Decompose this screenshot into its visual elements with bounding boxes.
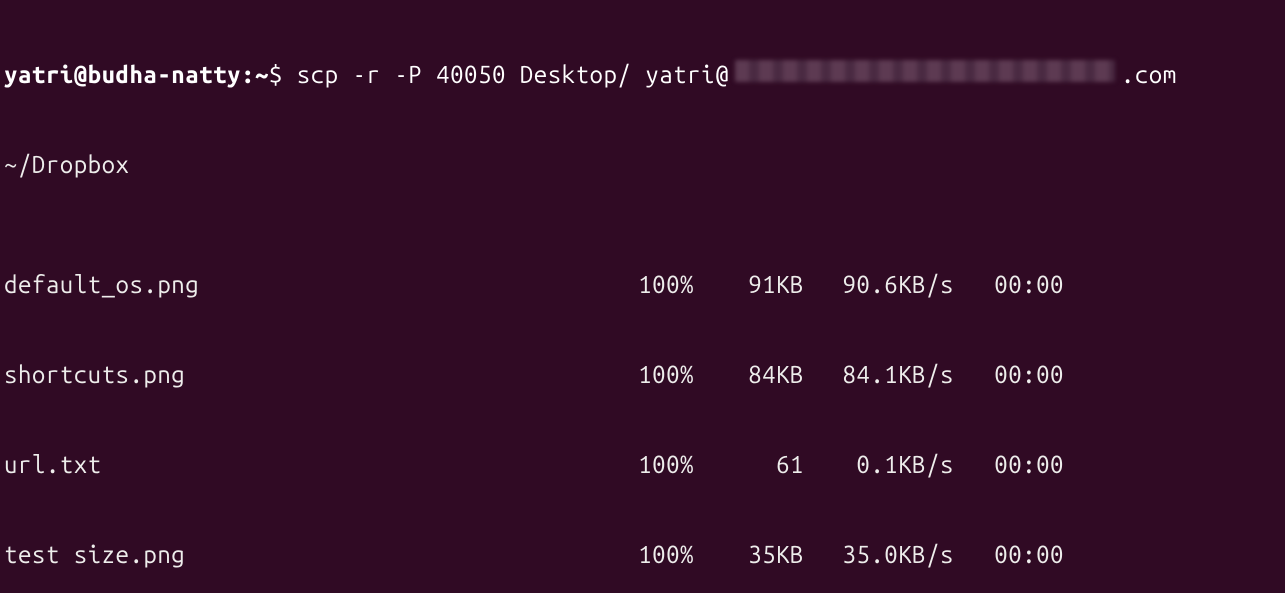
prompt-sep: : [241, 60, 255, 90]
file-name: default_os.png [4, 270, 614, 300]
file-size: 35KB [694, 540, 804, 570]
file-eta: 00:00 [954, 450, 1064, 480]
file-name: test size.png [4, 540, 614, 570]
transfer-row: shortcuts.png 100% 84KB 84.1KB/s 00:00 [4, 360, 1281, 390]
prompt-path: ~ [255, 60, 269, 90]
transfer-row: default_os.png 100% 91KB 90.6KB/s 00:00 [4, 270, 1281, 300]
command-text-post: .com [1121, 60, 1177, 90]
file-rate: 84.1KB/s [804, 360, 954, 390]
file-eta: 00:00 [954, 270, 1064, 300]
file-percent: 100% [614, 450, 694, 480]
command-text-pre: scp -r -P 40050 Desktop/ yatri@ [297, 60, 729, 90]
file-size: 61 [694, 450, 804, 480]
prompt-line: yatri@budha-natty:~$ scp -r -P 40050 Des… [4, 60, 1281, 90]
terminal-pane-top[interactable]: yatri@budha-natty:~$ scp -r -P 40050 Des… [0, 0, 1285, 593]
prompt-user-host: yatri@budha-natty [4, 60, 241, 90]
file-name: url.txt [4, 450, 614, 480]
file-eta: 00:00 [954, 360, 1064, 390]
file-size: 84KB [694, 360, 804, 390]
file-size: 91KB [694, 270, 804, 300]
redacted-hostname [735, 60, 1115, 82]
file-percent: 100% [614, 540, 694, 570]
command-continuation: ~/Dropbox [4, 150, 1281, 180]
file-name: shortcuts.png [4, 360, 614, 390]
file-rate: 90.6KB/s [804, 270, 954, 300]
file-rate: 0.1KB/s [804, 450, 954, 480]
prompt-char: $ [269, 60, 297, 90]
transfer-row: url.txt 100% 61 0.1KB/s 00:00 [4, 450, 1281, 480]
transfer-row: test size.png 100% 35KB 35.0KB/s 00:00 [4, 540, 1281, 570]
file-percent: 100% [614, 360, 694, 390]
file-eta: 00:00 [954, 540, 1064, 570]
file-percent: 100% [614, 270, 694, 300]
command-cont-text: ~/Dropbox [4, 150, 129, 180]
file-rate: 35.0KB/s [804, 540, 954, 570]
